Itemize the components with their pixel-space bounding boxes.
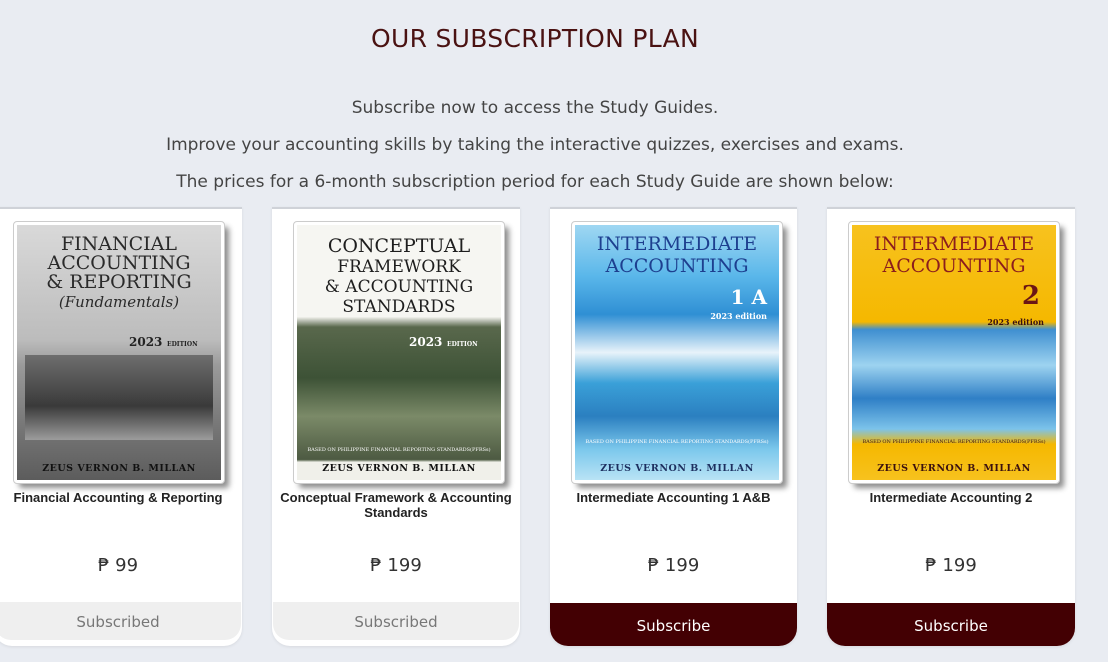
cover-based-on: BASED ON PHILIPPINE FINANCIAL REPORTING … — [307, 447, 491, 453]
subscribe-button[interactable]: Subscribe — [550, 603, 797, 646]
cover-author: ZEUS VERNON B. MILLAN — [877, 463, 1031, 474]
book-cover-image: FINANCIAL ACCOUNTING & REPORTING (Fundam… — [13, 221, 225, 484]
book-cover-image: CONCEPTUAL FRAMEWORK & ACCOUNTING STANDA… — [293, 221, 505, 484]
cover-title-line3: & ACCOUNTING — [324, 277, 474, 297]
cover-year: 2023 — [409, 335, 443, 349]
cover-year: 2023 — [129, 335, 163, 349]
cover-edition: EDITION — [447, 341, 478, 348]
cover-volume: 1 A — [730, 285, 767, 309]
product-name: Intermediate Accounting 2 — [869, 490, 1033, 505]
cover-author: ZEUS VERNON B. MILLAN — [322, 463, 476, 474]
cover-title-line2: ACCOUNTING — [605, 255, 749, 277]
cover-title-line4: (Fundamentals) — [58, 293, 180, 311]
product-name: Intermediate Accounting 1 A&B — [576, 490, 771, 505]
subscribed-button[interactable]: Subscribed — [273, 602, 519, 640]
product-name: Conceptual Framework & Accounting Standa… — [280, 490, 512, 520]
cover-title-line4: STANDARDS — [342, 297, 456, 317]
cover-edition: EDITION — [167, 341, 198, 348]
cover-edition: 2023 edition — [710, 311, 767, 321]
book-cover-image: INTERMEDIATE ACCOUNTING 1 A 2023 edition… — [571, 221, 783, 484]
product-price: ₱ 99 — [97, 555, 139, 576]
cover-title-line2: FRAMEWORK — [337, 257, 461, 277]
cover-title-line1: CONCEPTUAL — [327, 235, 471, 257]
cover-edition: 2023 edition — [987, 317, 1044, 327]
intro-line-1: Subscribe now to access the Study Guides… — [351, 98, 719, 118]
cover-based-on: BASED ON PHILIPPINE FINANCIAL REPORTING … — [862, 439, 1046, 445]
subscribe-button[interactable]: Subscribe — [827, 603, 1075, 646]
product-card-intermediate-accounting-1: INTERMEDIATE ACCOUNTING 1 A 2023 edition… — [550, 207, 797, 646]
cover-title-line1: INTERMEDIATE — [873, 233, 1035, 255]
product-name: Financial Accounting & Reporting — [13, 490, 223, 505]
cover-author: ZEUS VERNON B. MILLAN — [600, 463, 754, 474]
cover-photo — [25, 355, 213, 440]
product-card-intermediate-accounting-2: INTERMEDIATE ACCOUNTING 2 2023 edition B… — [827, 207, 1075, 646]
subscribed-button[interactable]: Subscribed — [0, 602, 241, 640]
intro-line-2: Improve your accounting skills by taking… — [166, 135, 904, 155]
page-title: OUR SUBSCRIPTION PLAN — [371, 24, 699, 53]
product-card-conceptual-framework: CONCEPTUAL FRAMEWORK & ACCOUNTING STANDA… — [272, 207, 520, 646]
cover-author: ZEUS VERNON B. MILLAN — [42, 463, 196, 474]
cover-based-on: BASED ON PHILIPPINE FINANCIAL REPORTING … — [585, 439, 769, 445]
product-price: ₱ 199 — [370, 555, 422, 576]
product-card-financial-accounting: FINANCIAL ACCOUNTING & REPORTING (Fundam… — [0, 207, 242, 646]
book-cover-image: INTERMEDIATE ACCOUNTING 2 2023 edition B… — [848, 221, 1060, 484]
intro-line-3: The prices for a 6-month subscription pe… — [176, 172, 894, 192]
product-price: ₱ 199 — [925, 555, 977, 576]
cover-title-line3: & REPORTING — [46, 271, 192, 293]
cover-title-line2: ACCOUNTING — [882, 255, 1026, 277]
product-price: ₱ 199 — [647, 555, 700, 576]
cover-volume: 2 — [1021, 281, 1040, 311]
cover-title-line1: INTERMEDIATE — [596, 233, 758, 255]
